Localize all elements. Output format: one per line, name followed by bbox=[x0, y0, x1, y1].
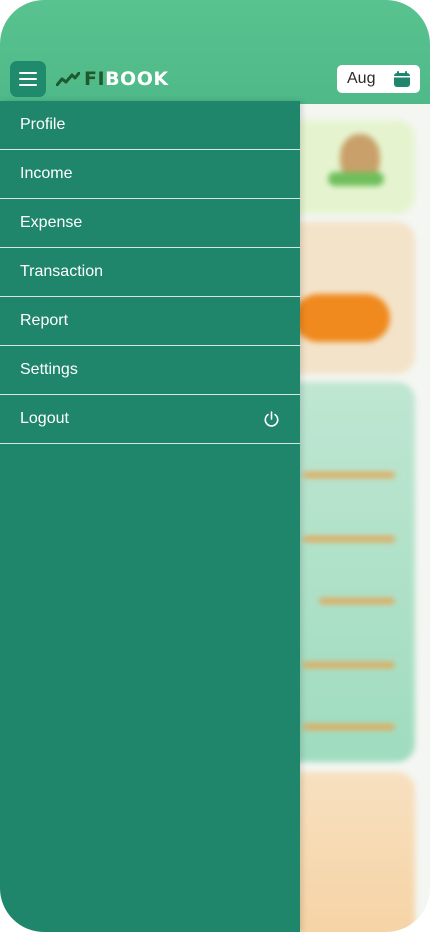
drawer-item-logout[interactable]: Logout bbox=[0, 395, 300, 444]
calendar-icon bbox=[394, 71, 410, 87]
hamburger-menu-icon bbox=[19, 72, 37, 86]
category-bar-row bbox=[280, 704, 415, 744]
drawer-item-label: Income bbox=[20, 165, 73, 182]
drawer-item-label: Report bbox=[20, 312, 69, 329]
drawer-item-label: Logout bbox=[20, 410, 69, 427]
trend-line-icon bbox=[56, 72, 80, 86]
logo-text-fi: FI bbox=[84, 68, 106, 90]
expense-card bbox=[280, 222, 415, 374]
drawer-item-transaction[interactable]: Transaction bbox=[0, 248, 300, 297]
category-bar bbox=[319, 598, 395, 604]
category-bar-row bbox=[280, 642, 415, 682]
category-bar bbox=[303, 472, 395, 478]
drawer-item-expense[interactable]: Expense bbox=[0, 199, 300, 248]
drawer-item-report[interactable]: Report bbox=[0, 297, 300, 346]
logo-text-book: BOOK bbox=[105, 68, 169, 90]
drawer-item-label: Transaction bbox=[20, 263, 103, 280]
category-bar-row bbox=[280, 516, 415, 556]
drawer-item-label: Profile bbox=[20, 116, 66, 133]
side-drawer: Profile Income Expense Transaction Repor… bbox=[0, 101, 300, 932]
month-value: Aug bbox=[347, 70, 376, 87]
power-icon bbox=[264, 411, 279, 427]
drawer-item-profile[interactable]: Profile bbox=[0, 101, 300, 150]
month-selector[interactable]: Aug bbox=[337, 65, 420, 93]
income-card bbox=[280, 120, 415, 214]
app-header: FI BOOK Aug bbox=[0, 0, 430, 104]
drawer-item-income[interactable]: Income bbox=[0, 150, 300, 199]
category-bars-card bbox=[280, 382, 415, 762]
category-bar bbox=[303, 724, 395, 730]
category-bar bbox=[303, 536, 395, 542]
category-bar-row bbox=[280, 578, 415, 618]
expense-amount-pill bbox=[294, 294, 390, 342]
drawer-item-label: Expense bbox=[20, 214, 83, 231]
app-logo: FI BOOK bbox=[56, 66, 169, 92]
drawer-item-label: Settings bbox=[20, 361, 78, 378]
drawer-item-settings[interactable]: Settings bbox=[0, 346, 300, 395]
category-bar-row bbox=[280, 452, 415, 492]
summary-card bbox=[280, 772, 415, 932]
menu-button[interactable] bbox=[10, 61, 46, 97]
cash-icon bbox=[328, 172, 384, 186]
category-bar bbox=[303, 662, 395, 668]
app-screen: FI BOOK Aug Profile Income Expense Trans… bbox=[0, 0, 430, 932]
